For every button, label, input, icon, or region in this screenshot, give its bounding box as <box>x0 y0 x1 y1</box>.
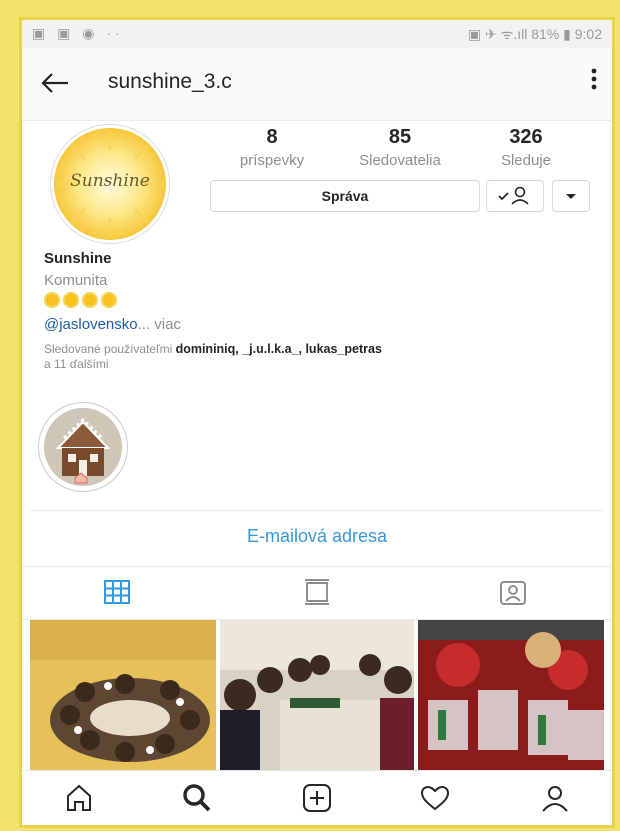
sun-emoji-icon <box>82 292 98 308</box>
followed-by[interactable]: Sledované používateľmi domininiq, _j.u.l… <box>44 342 564 372</box>
chevron-down-icon <box>566 194 576 199</box>
add-post-icon[interactable] <box>300 781 334 815</box>
status-bar: ▣ ▣ ◉ ·· ▣ ✈ ᯤ.ıll 81% ▮ 9:02 <box>22 20 612 48</box>
home-icon[interactable] <box>62 781 96 815</box>
followers-label[interactable]: Sledovatelia <box>340 152 460 169</box>
email-link[interactable]: E-mailová adresa <box>22 526 612 547</box>
highlight-emoji-icon <box>74 472 88 487</box>
followers-count[interactable]: 85 <box>350 126 450 149</box>
following-count[interactable]: 326 <box>476 126 576 149</box>
profile-avatar[interactable]: Sunshine <box>50 124 170 244</box>
post-thumbnail-wreath[interactable] <box>30 620 216 770</box>
heart-icon[interactable] <box>418 781 452 815</box>
sun-emoji-icon <box>44 292 60 308</box>
message-button[interactable]: Správa <box>210 180 480 212</box>
bottom-navigation <box>22 770 612 825</box>
profile-username: sunshine_3.c <box>108 70 232 93</box>
feed-icon[interactable] <box>302 577 332 607</box>
posts-label: príspevky <box>239 152 305 169</box>
profile-header: sunshine_3.c <box>22 48 612 121</box>
followed-by-prefix: Sledované používateľmi <box>44 342 176 356</box>
grid-icon[interactable] <box>102 577 132 607</box>
profile-name: Sunshine <box>44 250 112 267</box>
divider <box>30 510 604 511</box>
avatar-logo-text: Sunshine <box>70 171 150 191</box>
sun-emojis <box>44 292 120 313</box>
mention-link[interactable]: @jaslovensko <box>44 316 138 333</box>
status-left-icons: ▣ ▣ ◉ ·· <box>32 25 124 41</box>
followed-by-users: domininiq, _j.u.l.k.a_, lukas_petras <box>175 342 382 356</box>
content-tabs <box>22 566 612 620</box>
following-button[interactable] <box>486 180 544 212</box>
tagged-icon[interactable] <box>498 577 528 607</box>
post-thumbnail-group[interactable] <box>220 620 414 770</box>
suggested-dropdown-button[interactable] <box>552 180 590 212</box>
bio-more-link[interactable]: ... viac <box>138 316 181 333</box>
arrow-left-icon[interactable] <box>38 66 78 102</box>
profile-icon[interactable] <box>538 781 572 815</box>
post-thumbnail-gifts[interactable] <box>418 620 604 770</box>
user-check-icon <box>498 186 529 205</box>
sun-emoji-icon <box>63 292 79 308</box>
photo-grid <box>30 620 604 770</box>
more-vertical-icon[interactable] <box>590 66 598 98</box>
status-right-indicators: ▣ ✈ ᯤ.ıll 81% ▮ 9:02 <box>467 26 602 42</box>
posts-count: 8 <box>266 126 278 148</box>
followed-by-suffix: a 11 ďalšími <box>44 357 109 371</box>
sun-emoji-icon <box>101 292 117 308</box>
search-icon[interactable] <box>180 781 214 815</box>
phone-screen: ▣ ▣ ◉ ·· ▣ ✈ ᯤ.ıll 81% ▮ 9:02 sunshine_3… <box>22 20 612 825</box>
profile-category: Komunita <box>44 272 108 289</box>
following-label[interactable]: Sleduje <box>466 152 586 169</box>
bio-mention-line: @jaslovensko... viac <box>44 316 181 333</box>
